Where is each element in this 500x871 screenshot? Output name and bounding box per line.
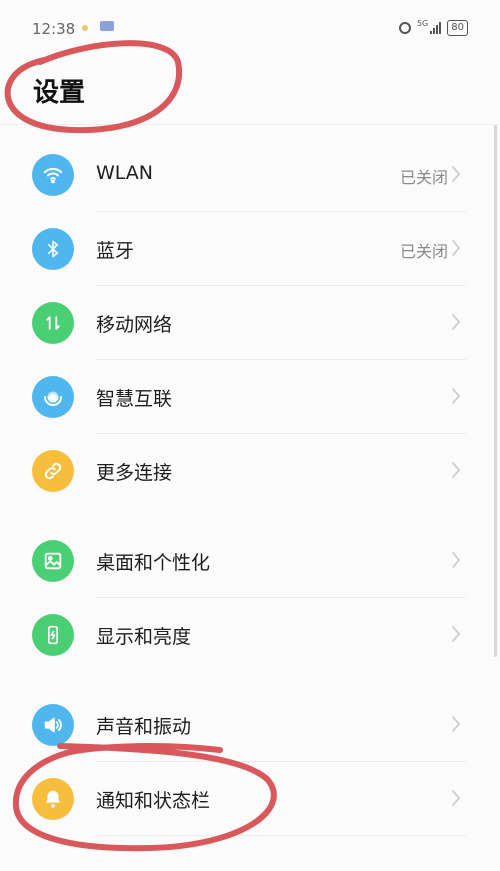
settings-item-label: 显示和亮度 bbox=[96, 626, 192, 648]
smart-connect-icon bbox=[32, 376, 74, 418]
chevron-right-icon bbox=[450, 714, 466, 734]
settings-item-label: 蓝牙 bbox=[96, 240, 135, 262]
settings-item-label: WLAN bbox=[96, 162, 154, 184]
network-label: 5G bbox=[416, 18, 429, 28]
notification-dot-icon bbox=[82, 25, 88, 31]
header-divider bbox=[0, 124, 500, 125]
settings-item-wlan[interactable]: WLAN 已关闭 bbox=[0, 138, 500, 212]
chevron-right-icon bbox=[450, 460, 466, 480]
mail-icon bbox=[99, 21, 114, 31]
settings-item-smart-connect[interactable]: 智慧互联 bbox=[0, 360, 500, 434]
settings-item-label: 桌面和个性化 bbox=[96, 552, 211, 574]
image-icon bbox=[32, 540, 74, 582]
notification-icons bbox=[82, 20, 114, 34]
battery-indicator: 80 bbox=[447, 20, 468, 36]
settings-item-label: 智慧互联 bbox=[96, 388, 173, 410]
chevron-right-icon bbox=[450, 550, 466, 570]
chevron-right-icon bbox=[450, 164, 466, 184]
settings-item-label: 通知和状态栏 bbox=[96, 790, 211, 812]
settings-item-more-connections[interactable]: 更多连接 bbox=[0, 434, 500, 508]
chevron-right-icon bbox=[450, 788, 466, 808]
bluetooth-icon bbox=[32, 228, 74, 270]
page-title: 设置 bbox=[33, 78, 86, 108]
settings-item-sound-vibration[interactable]: 声音和振动 bbox=[0, 688, 500, 762]
settings-item-display-brightness[interactable]: 显示和亮度 bbox=[0, 598, 500, 672]
chevron-right-icon bbox=[450, 624, 466, 644]
settings-item-value: 已关闭 bbox=[399, 242, 448, 261]
settings-item-label: 移动网络 bbox=[96, 314, 173, 336]
row-divider bbox=[96, 835, 466, 836]
settings-item-desktop-personalization[interactable]: 桌面和个性化 bbox=[0, 524, 500, 598]
chevron-right-icon bbox=[450, 386, 466, 406]
status-bar: 12:38 5G 80 bbox=[0, 0, 500, 58]
settings-item-label: 更多连接 bbox=[96, 462, 173, 484]
settings-item-notifications-status-bar[interactable]: 通知和状态栏 bbox=[0, 762, 500, 836]
chevron-right-icon bbox=[450, 238, 466, 258]
settings-item-label: 声音和振动 bbox=[96, 716, 192, 738]
display-icon bbox=[32, 614, 74, 656]
bell-icon bbox=[32, 778, 74, 820]
chevron-right-icon bbox=[450, 312, 466, 332]
wifi-icon bbox=[32, 154, 74, 196]
mobile-data-icon bbox=[32, 302, 74, 344]
link-icon bbox=[32, 450, 74, 492]
status-time: 12:38 bbox=[32, 20, 76, 38]
alarm-icon bbox=[398, 22, 411, 34]
settings-item-mobile-network[interactable]: 移动网络 bbox=[0, 286, 500, 360]
settings-item-bluetooth[interactable]: 蓝牙 已关闭 bbox=[0, 212, 500, 286]
signal-icon bbox=[430, 22, 442, 34]
speaker-icon bbox=[32, 704, 74, 746]
settings-item-value: 已关闭 bbox=[399, 168, 448, 187]
